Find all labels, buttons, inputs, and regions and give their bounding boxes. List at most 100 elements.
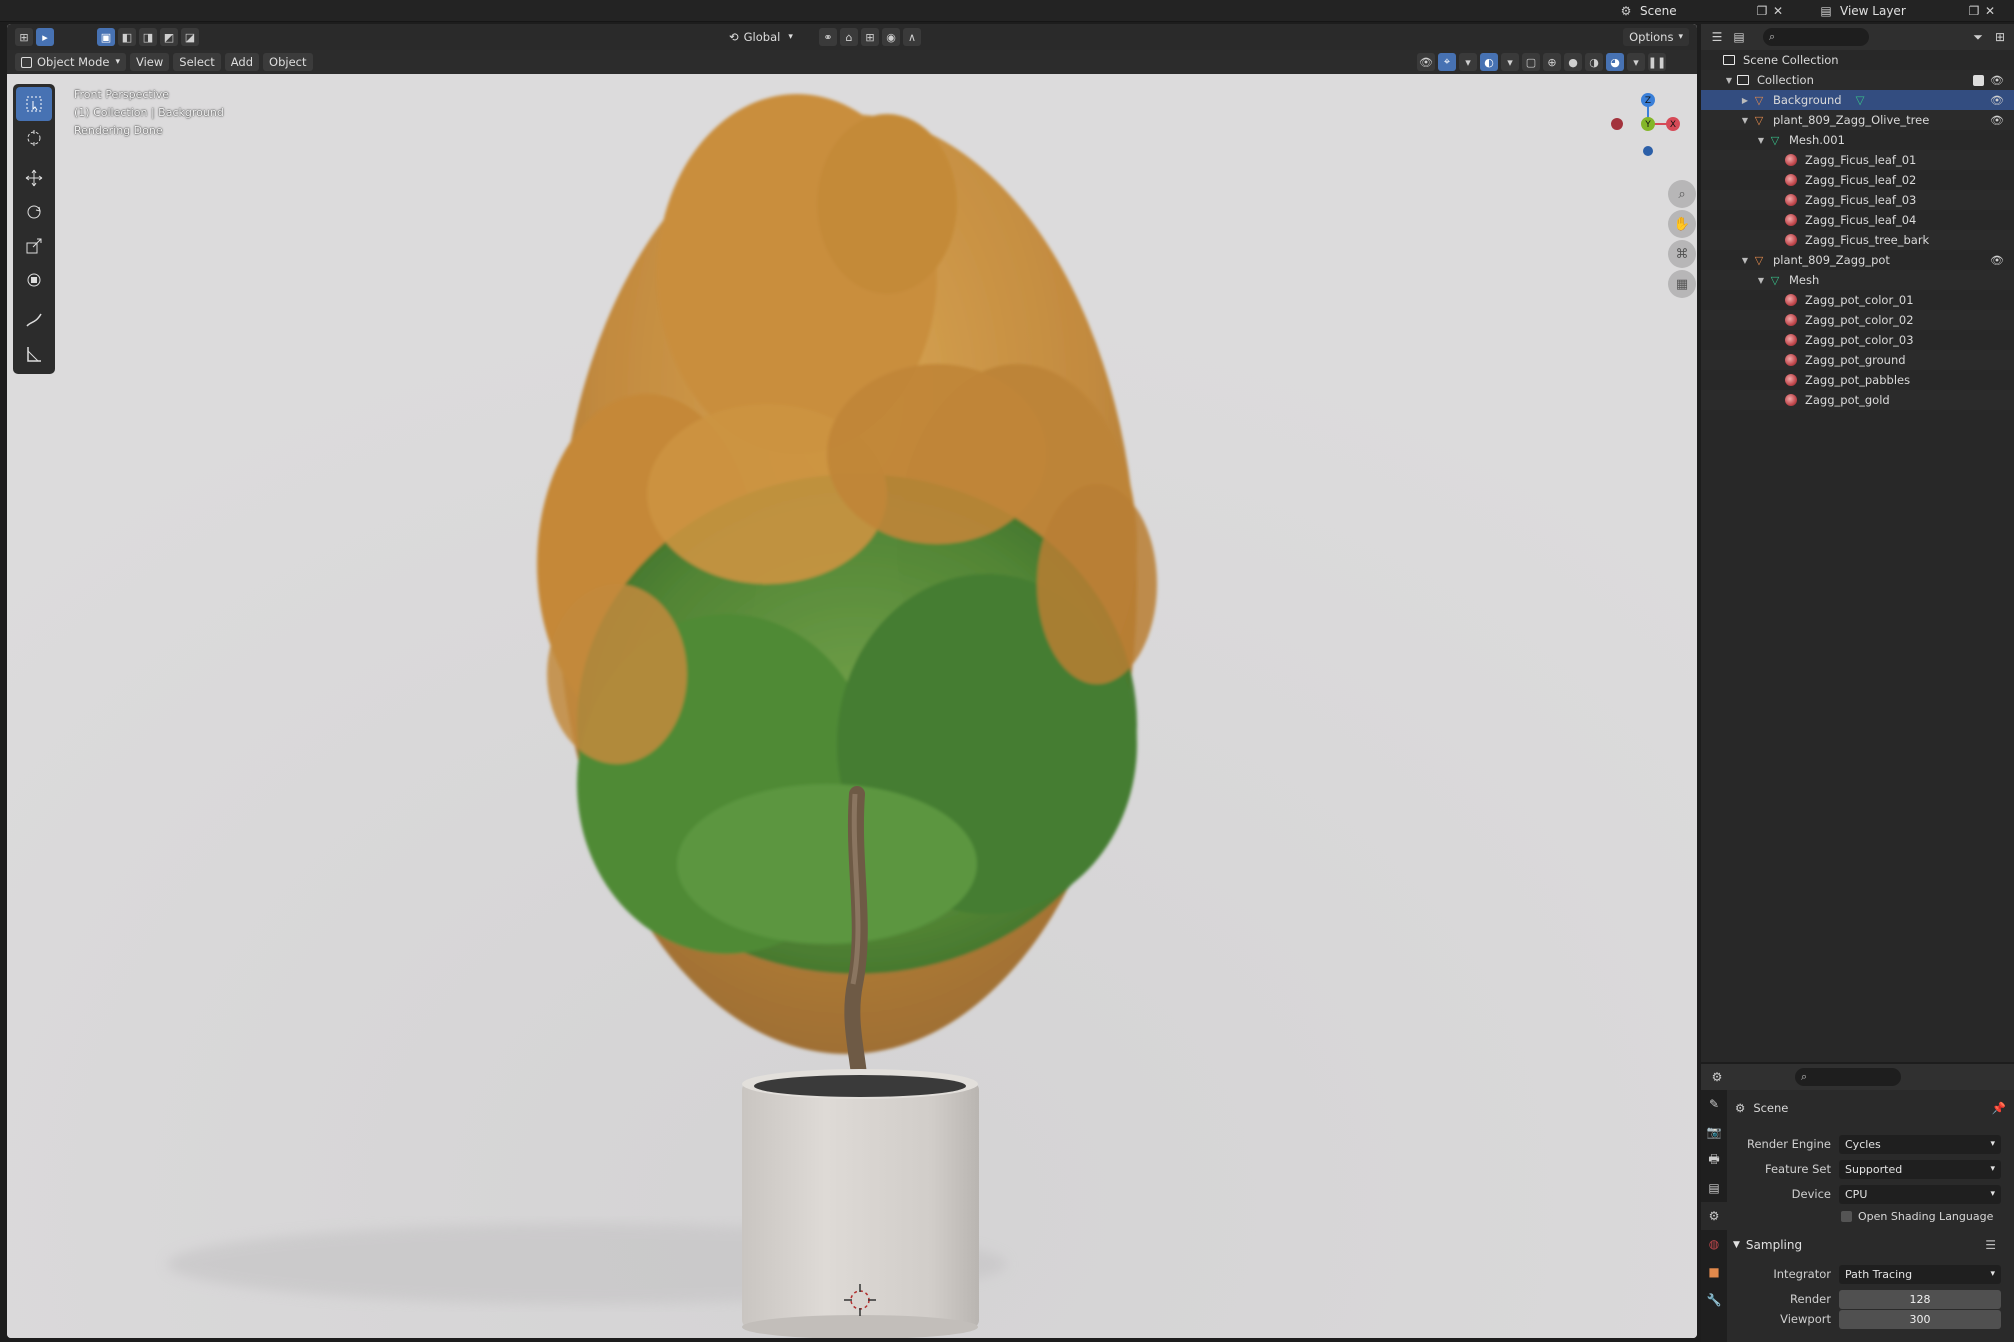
expand-arrow-icon[interactable]: ▼ [1755, 136, 1767, 145]
expand-arrow-icon[interactable]: ▼ [1723, 76, 1735, 85]
ortho-grid-icon[interactable]: ▦ [1668, 270, 1696, 298]
pivot-icon[interactable]: ⚭ [819, 28, 837, 46]
exclude-checkbox[interactable] [1973, 74, 1984, 86]
feature-set-dropdown[interactable]: Supported ▾ [1839, 1159, 2001, 1179]
menu-add[interactable]: Add [224, 53, 260, 71]
select-extend-icon[interactable]: ◧ [118, 28, 136, 46]
outliner-row[interactable]: ▼ ▽ plant_809_Zagg_Olive_tree 👁 [1701, 110, 2014, 130]
shading-dropdown-icon[interactable]: ▾ [1627, 53, 1645, 71]
viewport-samples-field[interactable]: 300 [1839, 1309, 2001, 1329]
select-new-icon[interactable]: ▣ [97, 28, 115, 46]
3d-viewport[interactable]: ⊞ ▸ ▣ ◧ ◨ ◩ ◪ ⟲ Global ▾ ⚭ ⌂ ⊞ ◉ ∧ Optio… [7, 24, 1697, 1338]
proportional-edit-icon[interactable]: ◉ [882, 28, 900, 46]
pan-hand-icon[interactable]: ✋ [1668, 210, 1696, 238]
view-layer-tab-icon[interactable]: ▤ [1701, 1174, 1727, 1202]
rendered-shading-icon[interactable]: ◕ [1606, 53, 1624, 71]
scene-selector[interactable]: ⚙ Scene ❐ ✕ [1618, 2, 1786, 20]
expand-arrow-icon[interactable]: ▼ [1755, 276, 1767, 285]
output-tab-icon[interactable]: 🖶 [1701, 1146, 1727, 1174]
scale-tool[interactable] [16, 229, 52, 263]
transform-orientation-dropdown[interactable]: ⟲ Global ▾ [729, 28, 793, 46]
scene-name[interactable]: Scene [1640, 4, 1754, 18]
modifier-tab-icon[interactable]: 🔧 [1701, 1286, 1727, 1314]
view-layer-selector[interactable]: ▤ View Layer ❐ ✕ [1818, 2, 1998, 20]
outliner-row[interactable]: Zagg_pot_ground [1701, 350, 2014, 370]
outliner-row[interactable]: Zagg_Ficus_leaf_04 [1701, 210, 2014, 230]
editor-type-icon[interactable]: ⚙ [1709, 1069, 1725, 1085]
filter-icon[interactable]: ⏷ [1970, 29, 1986, 45]
outliner-row[interactable]: Zagg_pot_color_03 [1701, 330, 2014, 350]
select-subtract-icon[interactable]: ◨ [139, 28, 157, 46]
options-dropdown[interactable]: Options ▾ [1623, 28, 1689, 46]
list-icon[interactable]: ☰ [1985, 1238, 1996, 1252]
scene-tab-icon[interactable]: ⚙ [1701, 1202, 1727, 1230]
render-samples-field[interactable]: 128 [1839, 1289, 2001, 1309]
display-mode-icon[interactable]: ▤ [1731, 29, 1747, 45]
zoom-icon[interactable]: ⌕ [1668, 180, 1696, 208]
eye-icon[interactable]: 👁 [1990, 114, 2004, 127]
outliner-row[interactable]: Zagg_Ficus_leaf_02 [1701, 170, 2014, 190]
outliner-row[interactable]: ▼ ▽ plant_809_Zagg_pot 👁 [1701, 250, 2014, 270]
outliner-row[interactable]: ▼ ▽ Mesh.001 [1701, 130, 2014, 150]
rotate-tool[interactable] [16, 195, 52, 229]
pin-icon[interactable]: 📌 [1992, 1101, 2006, 1115]
render-engine-dropdown[interactable]: Cycles ▾ [1839, 1134, 2001, 1154]
close-icon[interactable]: ✕ [1770, 3, 1786, 19]
outliner-row[interactable]: Zagg_pot_pabbles [1701, 370, 2014, 390]
xray-icon[interactable]: ▢ [1522, 53, 1540, 71]
overlays-dropdown-icon[interactable]: ▾ [1501, 53, 1519, 71]
object-tab-icon[interactable]: ■ [1701, 1258, 1727, 1286]
overlays-icon[interactable]: ◐ [1480, 53, 1498, 71]
move-tool[interactable] [16, 161, 52, 195]
wireframe-shading-icon[interactable]: ⊕ [1543, 53, 1561, 71]
cursor-tool[interactable] [16, 121, 52, 155]
gizmo-dropdown-icon[interactable]: ▾ [1459, 53, 1477, 71]
menu-view[interactable]: View [129, 53, 170, 71]
eye-icon[interactable]: 👁 [1990, 254, 2004, 267]
outliner-row[interactable]: ▼ Collection 👁 [1701, 70, 2014, 90]
properties-search[interactable]: ⌕ [1795, 1068, 1901, 1086]
select-box-tool[interactable] [16, 87, 52, 121]
navigation-gizmo[interactable]: Z X Y [1597, 84, 1687, 194]
visibility-icon[interactable]: 👁 [1417, 53, 1435, 71]
pause-icon[interactable]: ❚❚ [1648, 53, 1666, 71]
outliner-row[interactable]: Zagg_pot_color_02 [1701, 310, 2014, 330]
outliner-search[interactable]: ⌕ [1763, 28, 1869, 46]
camera-view-icon[interactable]: ⌘ [1668, 240, 1696, 268]
render-tab-icon[interactable]: 📷 [1701, 1118, 1727, 1146]
sampling-panel-header[interactable]: ▼ Sampling ☰ [1729, 1234, 2014, 1256]
outliner-row[interactable]: ▶ ▽ Background ▽ 👁 [1701, 90, 2014, 110]
material-shading-icon[interactable]: ◑ [1585, 53, 1603, 71]
solid-shading-icon[interactable]: ● [1564, 53, 1582, 71]
tool-tab-icon[interactable]: ✎ [1701, 1090, 1727, 1118]
select-tool-icon[interactable]: ▸ [36, 28, 54, 46]
close-icon[interactable]: ✕ [1982, 3, 1998, 19]
expand-arrow-icon[interactable]: ▼ [1739, 116, 1751, 125]
snap-target-icon[interactable]: ⊞ [861, 28, 879, 46]
measure-tool[interactable] [16, 337, 52, 371]
falloff-icon[interactable]: ∧ [903, 28, 921, 46]
gizmo-toggle-icon[interactable]: ⌖ [1438, 53, 1456, 71]
outliner-row[interactable]: Zagg_pot_color_01 [1701, 290, 2014, 310]
outliner-row[interactable]: ▼ ▽ Mesh [1701, 270, 2014, 290]
new-collection-icon[interactable]: ⊞ [1992, 29, 2008, 45]
view-layer-name[interactable]: View Layer [1840, 4, 1966, 18]
expand-arrow-icon[interactable]: ▼ [1739, 256, 1751, 265]
outliner-row[interactable]: Zagg_Ficus_leaf_01 [1701, 150, 2014, 170]
outliner-row[interactable]: Zagg_pot_gold [1701, 390, 2014, 410]
expand-arrow-icon[interactable]: ▶ [1739, 96, 1751, 105]
editor-type-icon[interactable]: ☰ [1709, 29, 1725, 45]
outliner-row[interactable]: Zagg_Ficus_tree_bark [1701, 230, 2014, 250]
outliner-row[interactable]: Zagg_Ficus_leaf_03 [1701, 190, 2014, 210]
eye-icon[interactable]: 👁 [1990, 74, 2004, 87]
select-invert-icon[interactable]: ◩ [160, 28, 178, 46]
eye-icon[interactable]: 👁 [1990, 94, 2004, 107]
device-dropdown[interactable]: CPU ▾ [1839, 1184, 2001, 1204]
integrator-dropdown[interactable]: Path Tracing ▾ [1839, 1264, 2001, 1284]
transform-tool[interactable] [16, 263, 52, 297]
editor-type-icon[interactable]: ⊞ [15, 28, 33, 46]
osl-checkbox[interactable] [1841, 1210, 1852, 1222]
menu-object[interactable]: Object [263, 53, 313, 71]
outliner-row[interactable]: Scene Collection [1701, 50, 2014, 70]
snap-icon[interactable]: ⌂ [840, 28, 858, 46]
